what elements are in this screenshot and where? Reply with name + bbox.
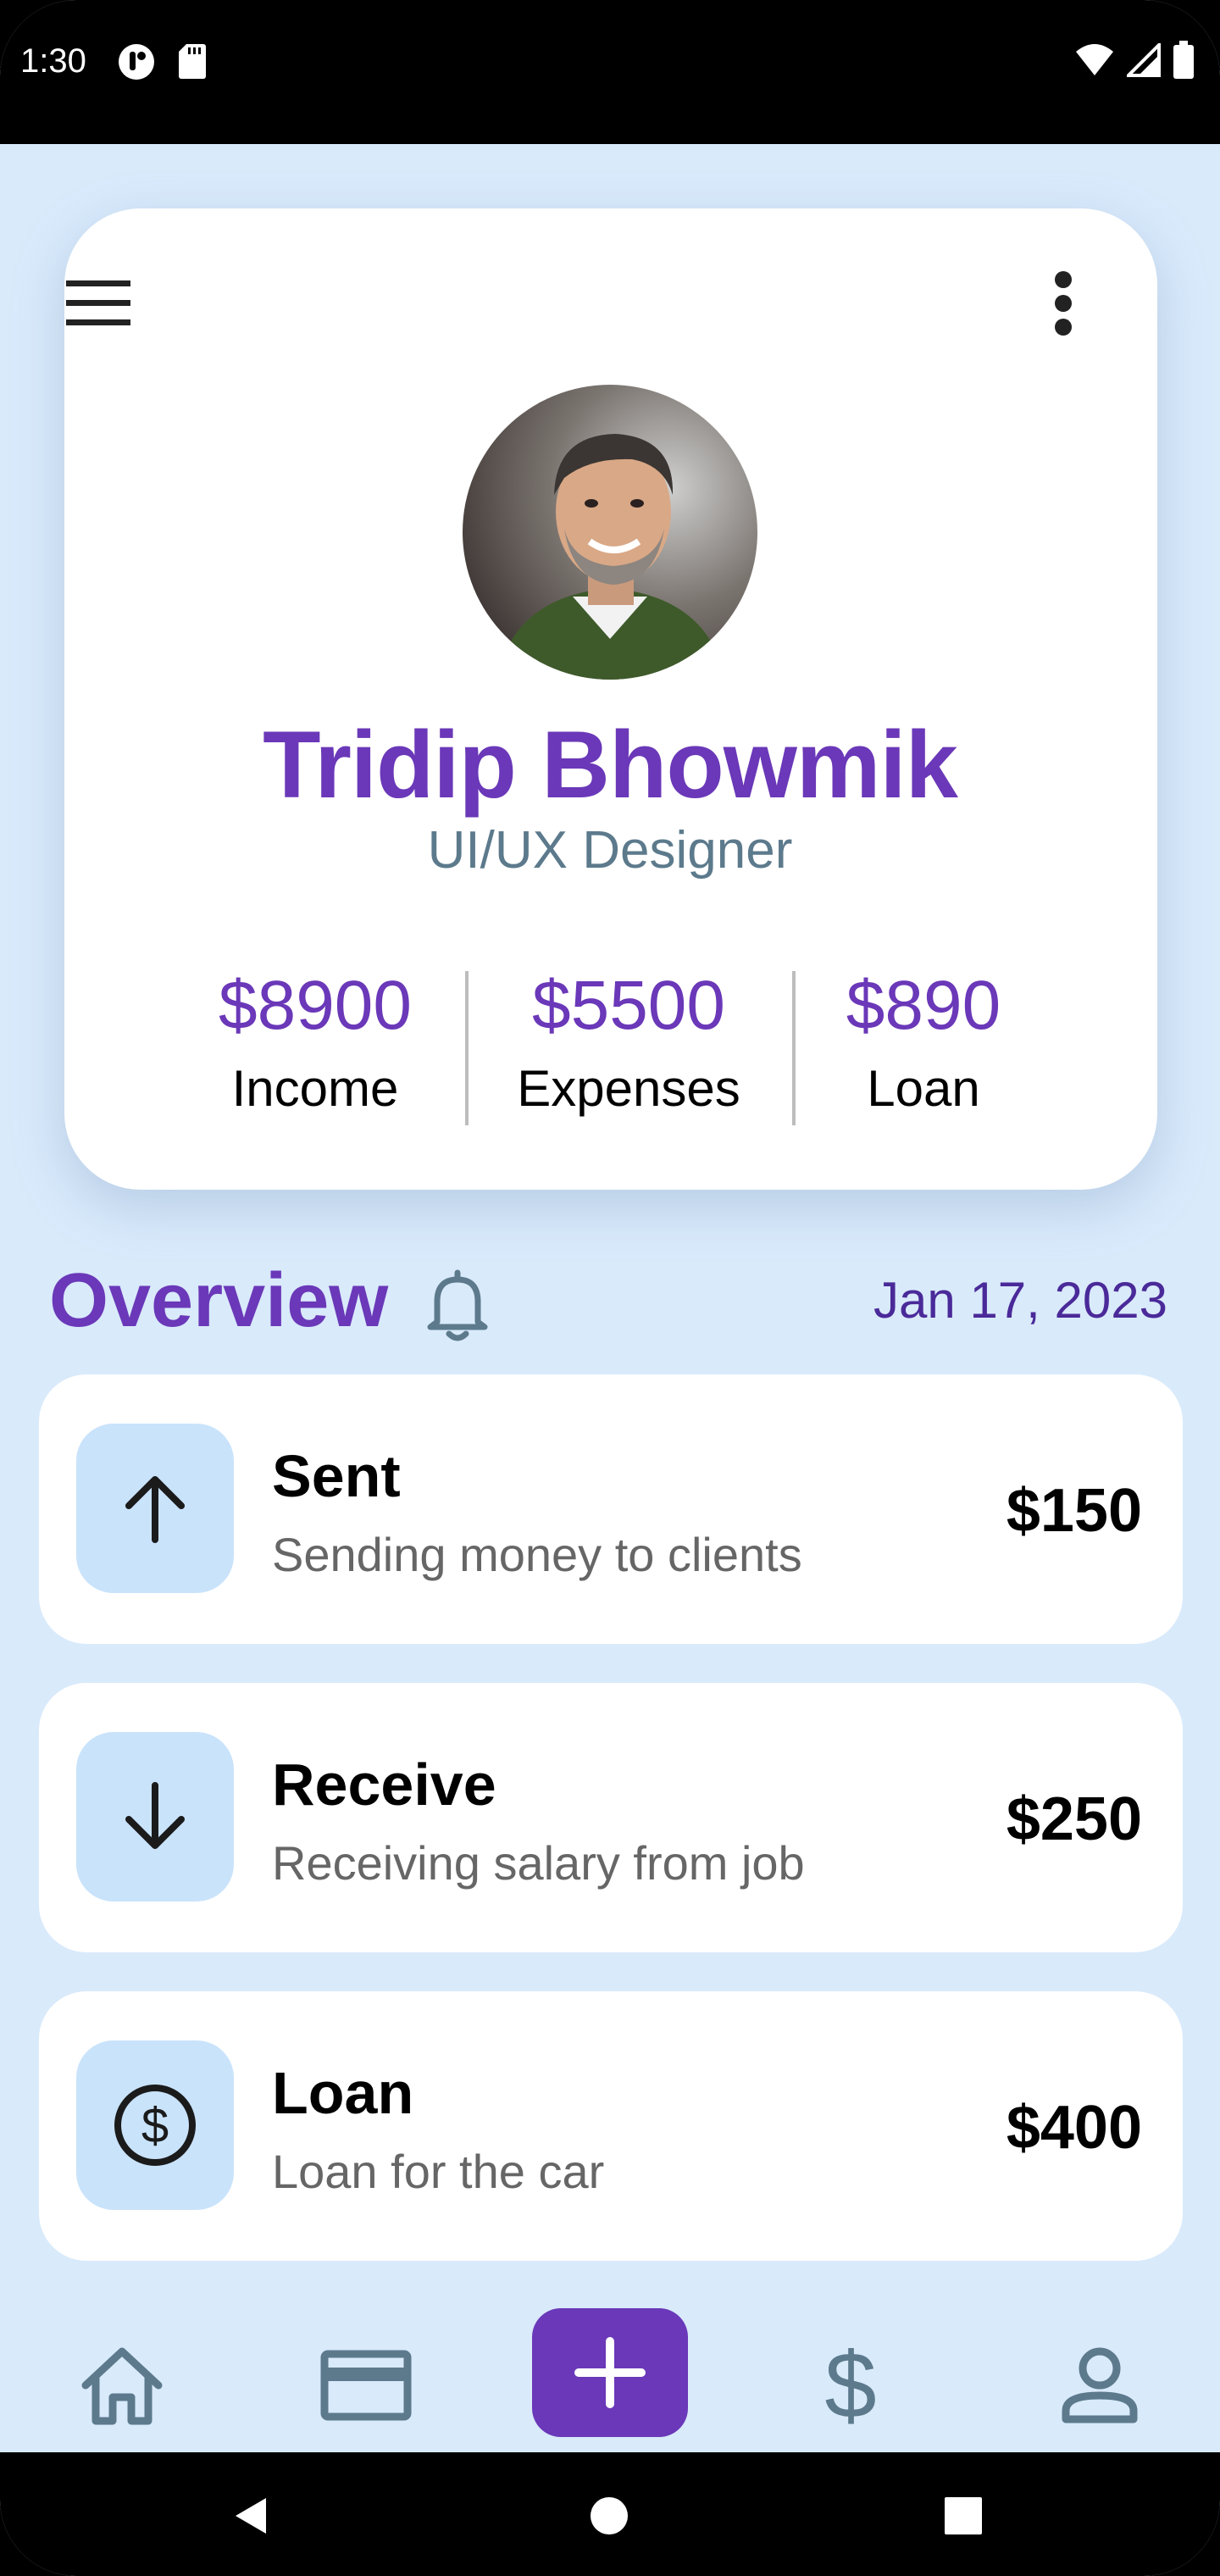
wifi-icon: [1074, 43, 1115, 81]
transaction-amount: $400: [1006, 2094, 1142, 2162]
profile-name: Tridip Bhowmik: [263, 712, 958, 818]
transaction-item-loan[interactable]: $ Loan Loan for the car $400: [39, 1991, 1183, 2261]
transaction-item-sent[interactable]: Sent Sending money to clients $150: [39, 1374, 1183, 1644]
recents-button[interactable]: [934, 2486, 993, 2545]
bottom-navigation: $: [0, 2288, 1220, 2452]
transaction-title: Sent: [272, 1443, 401, 1509]
stat-income-label: Income: [231, 1060, 399, 1117]
transaction-icon-box: [76, 1424, 234, 1593]
status-bar: 1:30: [0, 0, 1220, 144]
nav-cards[interactable]: [315, 2339, 417, 2432]
add-button[interactable]: [532, 2308, 688, 2437]
stat-income-value: $8900: [218, 967, 413, 1044]
transaction-description: Sending money to clients: [272, 1528, 802, 1581]
stat-expenses: $5500 Expenses: [502, 966, 756, 1118]
overview-date: Jan 17, 2023: [873, 1272, 1167, 1329]
battery-icon: [1173, 41, 1195, 84]
overview-title: Overview: [49, 1258, 389, 1343]
stat-loan-value: $890: [846, 967, 1001, 1044]
sd-card-icon: [178, 42, 207, 84]
add-icon: [574, 2337, 646, 2408]
transaction-title: Receive: [272, 1752, 496, 1818]
system-navigation-bar: [0, 2452, 1220, 2576]
home-system-button[interactable]: [580, 2486, 639, 2545]
stat-income: $8900 Income: [188, 966, 442, 1118]
dollar-circle-icon: $: [114, 2085, 196, 2166]
home-icon: [81, 2347, 163, 2425]
stat-divider: [792, 971, 796, 1125]
app-screen: 1:30 Tridip Bhowmik UI/UX Designer $8900…: [0, 0, 1220, 2576]
status-icons: [1074, 41, 1195, 84]
nav-payments[interactable]: $: [800, 2339, 901, 2432]
arrow-up-icon: [125, 1476, 185, 1543]
more-vert-icon: [1055, 271, 1072, 336]
more-options-button[interactable]: [1025, 263, 1101, 344]
profile-avatar[interactable]: [463, 385, 757, 680]
menu-button[interactable]: [59, 269, 136, 337]
transaction-amount: $150: [1006, 1477, 1142, 1545]
stat-expenses-value: $5500: [531, 967, 726, 1044]
arrow-down-icon: [125, 1782, 185, 1849]
recents-square-icon: [945, 2497, 982, 2534]
status-time: 1:30: [20, 42, 86, 80]
nav-home[interactable]: [71, 2339, 173, 2432]
hamburger-menu-icon: [66, 280, 130, 325]
stat-divider: [465, 971, 469, 1125]
transaction-description: Loan for the car: [272, 2145, 605, 2198]
profile-icon: [1062, 2347, 1138, 2423]
transaction-description: Receiving salary from job: [272, 1836, 805, 1890]
stat-loan-label: Loan: [867, 1060, 980, 1117]
back-icon: [236, 2498, 266, 2534]
home-circle-icon: [591, 2497, 628, 2534]
card-icon: [320, 2350, 412, 2421]
app-notification-icon: [117, 42, 156, 86]
nav-profile[interactable]: [1049, 2339, 1151, 2432]
svg-text:$: $: [141, 2098, 169, 2153]
dollar-icon: $: [824, 2343, 876, 2428]
transaction-icon-box: $: [76, 2040, 234, 2210]
bell-icon[interactable]: [424, 1266, 491, 1342]
back-button[interactable]: [222, 2486, 281, 2545]
svg-text:$: $: [824, 2343, 876, 2428]
transaction-title: Loan: [272, 2060, 414, 2126]
transaction-icon-box: [76, 1732, 234, 1901]
stat-loan: $890 Loan: [796, 966, 1051, 1118]
transaction-amount: $250: [1006, 1785, 1142, 1853]
transaction-item-receive[interactable]: Receive Receiving salary from job $250: [39, 1683, 1183, 1952]
profile-role: UI/UX Designer: [427, 821, 793, 880]
stat-expenses-label: Expenses: [517, 1060, 740, 1117]
cell-signal-icon: [1124, 41, 1161, 81]
